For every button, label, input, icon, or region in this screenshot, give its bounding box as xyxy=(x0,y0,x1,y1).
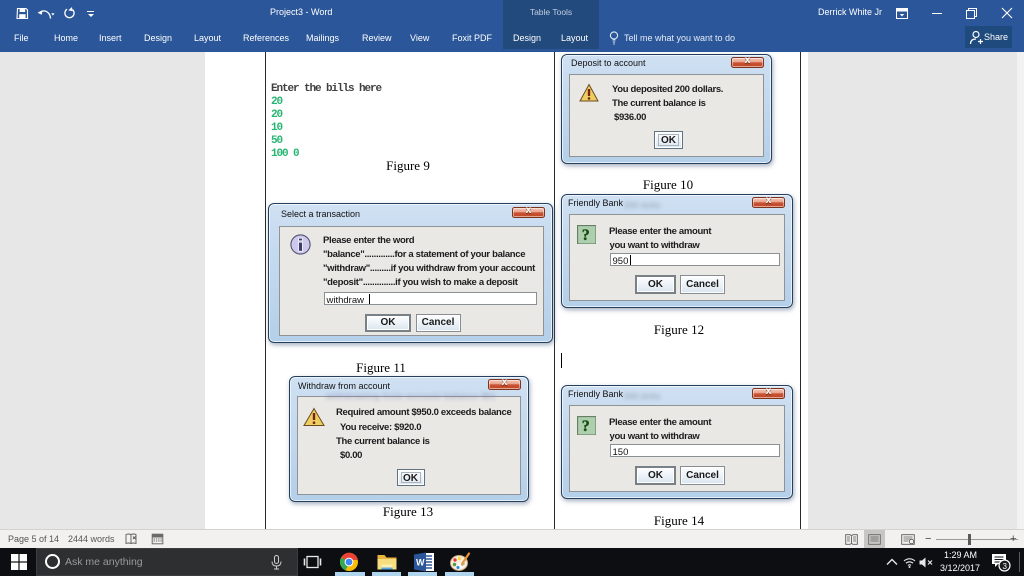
svg-text:?: ? xyxy=(582,418,590,435)
svg-text:?: ? xyxy=(582,227,590,244)
svg-text:W: W xyxy=(416,558,425,568)
svg-text:3: 3 xyxy=(1003,562,1008,571)
